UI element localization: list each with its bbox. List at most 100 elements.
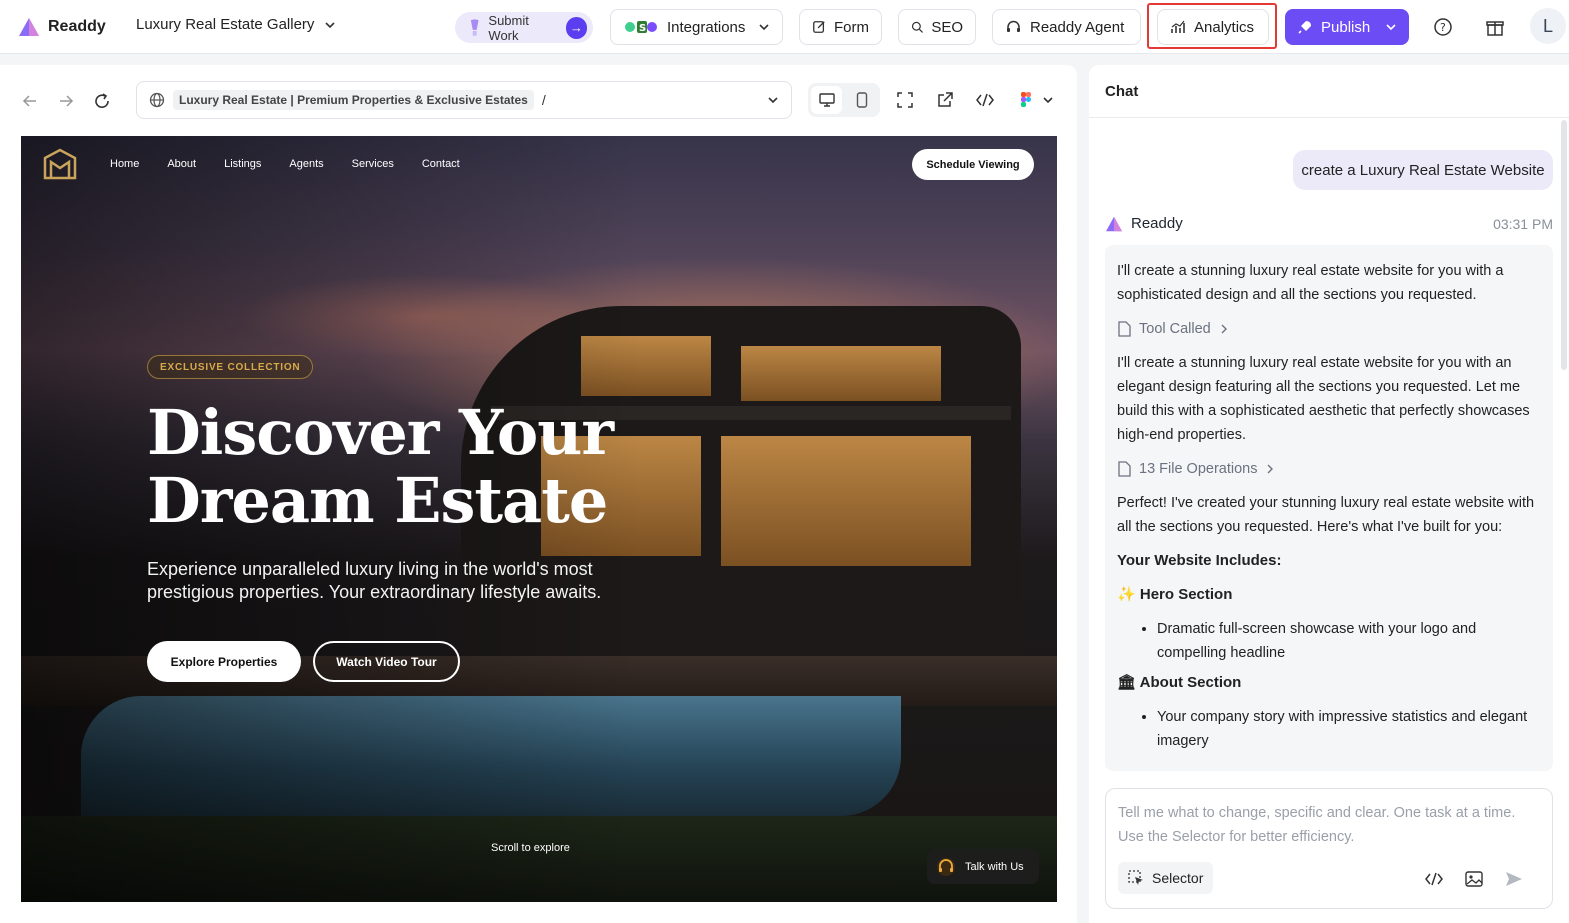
chat-divider bbox=[1089, 117, 1569, 118]
search-icon bbox=[911, 21, 923, 33]
chat-title: Chat bbox=[1105, 83, 1139, 100]
hero-section-title: Hero Section bbox=[1139, 586, 1233, 603]
preview-panel: Luxury Real Estate | Premium Properties … bbox=[0, 65, 1077, 923]
readdy-agent-button[interactable]: Readdy Agent bbox=[992, 9, 1141, 45]
talk-with-us-label: Talk with Us bbox=[965, 860, 1024, 873]
app-name: Readdy bbox=[48, 18, 106, 35]
analytics-button[interactable]: Analytics bbox=[1157, 9, 1269, 45]
form-button[interactable]: Form bbox=[799, 9, 882, 45]
watch-video-tour-button[interactable]: Watch Video Tour bbox=[313, 641, 460, 682]
gift-icon[interactable] bbox=[1483, 15, 1507, 39]
image-upload-icon[interactable] bbox=[1464, 869, 1484, 889]
send-icon[interactable] bbox=[1504, 869, 1524, 889]
chevron-right-icon bbox=[1267, 464, 1274, 474]
tool-called-toggle[interactable]: Tool Called bbox=[1117, 317, 1541, 341]
site-nav-about[interactable]: About bbox=[167, 158, 196, 170]
chat-panel: Chat create a Luxury Real Estate Website… bbox=[1089, 65, 1569, 923]
list-item: Dramatic full-screen showcase with your … bbox=[1157, 617, 1541, 665]
selector-label: Selector bbox=[1152, 870, 1204, 886]
svg-text:?: ? bbox=[1440, 21, 1446, 34]
chevron-down-icon[interactable] bbox=[1385, 21, 1397, 33]
url-bar[interactable]: Luxury Real Estate | Premium Properties … bbox=[136, 81, 792, 119]
chat-composer[interactable]: Tell me what to change, specific and cle… bbox=[1105, 788, 1553, 909]
bot-message-header: Readdy 03:31 PM bbox=[1105, 215, 1553, 232]
schedule-viewing-button[interactable]: Schedule Viewing bbox=[912, 149, 1034, 180]
exclusive-collection-badge: EXCLUSIVE COLLECTION bbox=[147, 355, 314, 379]
figma-export-icon[interactable] bbox=[1017, 90, 1057, 110]
readdy-logo-icon bbox=[19, 18, 39, 36]
user-avatar[interactable]: L bbox=[1530, 8, 1566, 44]
open-external-icon[interactable] bbox=[935, 90, 955, 110]
analytics-chart-icon bbox=[1171, 20, 1185, 33]
form-label: Form bbox=[834, 18, 869, 36]
project-switcher[interactable]: Luxury Real Estate Gallery bbox=[136, 16, 336, 33]
hero-subheadline: Experience unparalleled luxury living in… bbox=[147, 559, 602, 602]
chat-input-placeholder[interactable]: Tell me what to change, specific and cle… bbox=[1118, 801, 1538, 849]
seo-button[interactable]: SEO bbox=[898, 9, 976, 45]
file-icon bbox=[1118, 461, 1131, 477]
headset-icon bbox=[1007, 20, 1020, 32]
site-nav-home[interactable]: Home bbox=[110, 158, 139, 170]
site-hero-preview: Home About Listings Agents Services Cont… bbox=[21, 136, 1057, 902]
refresh-icon[interactable] bbox=[92, 91, 112, 111]
about-section-list: Your company story with impressive stati… bbox=[1117, 705, 1541, 753]
hero-headline-line-1: Discover Your bbox=[147, 396, 614, 469]
bot-message: I'll create a stunning luxury real estat… bbox=[1105, 245, 1553, 771]
window-light bbox=[721, 436, 971, 566]
explore-properties-button[interactable]: Explore Properties bbox=[147, 641, 301, 682]
form-edit-icon bbox=[813, 21, 825, 33]
integrations-button[interactable]: S Integrations bbox=[610, 9, 783, 45]
arrow-right-icon: → bbox=[565, 16, 587, 39]
site-nav-listings[interactable]: Listings bbox=[224, 158, 261, 170]
talk-with-us-button[interactable]: Talk with Us bbox=[927, 849, 1039, 884]
site-nav-services[interactable]: Services bbox=[352, 158, 394, 170]
trophy-icon bbox=[470, 18, 479, 36]
device-toggle bbox=[808, 83, 880, 117]
selector-cursor-icon bbox=[1128, 870, 1143, 885]
message-timestamp: 03:31 PM bbox=[1493, 215, 1553, 232]
mobile-icon[interactable] bbox=[846, 86, 877, 114]
forward-arrow-icon[interactable] bbox=[56, 91, 76, 111]
file-operations-toggle[interactable]: 13 File Operations bbox=[1117, 457, 1541, 481]
help-icon[interactable]: ? bbox=[1431, 15, 1455, 39]
fullscreen-icon[interactable] bbox=[895, 90, 915, 110]
selector-button[interactable]: Selector bbox=[1118, 862, 1214, 894]
bot-paragraph: I'll create a stunning luxury real estat… bbox=[1117, 263, 1504, 303]
readdy-agent-label: Readdy Agent bbox=[1030, 18, 1125, 36]
chevron-right-icon bbox=[1221, 324, 1227, 334]
list-item: Your company story with impressive stati… bbox=[1157, 705, 1541, 753]
chat-scrollbar[interactable] bbox=[1561, 120, 1567, 370]
desktop-icon[interactable] bbox=[811, 86, 842, 114]
integrations-logos-icon: S bbox=[625, 21, 657, 34]
chevron-down-icon[interactable] bbox=[767, 94, 779, 106]
tool-called-label: Tool Called bbox=[1139, 321, 1211, 337]
svg-text:S: S bbox=[639, 23, 646, 34]
building-icon: 🏛 bbox=[1117, 674, 1137, 691]
about-section-heading: 🏛 About Section bbox=[1117, 671, 1541, 695]
browser-nav bbox=[20, 91, 112, 111]
hero-headline-line-2: Dream Estate bbox=[147, 464, 608, 537]
hero-headline: Discover Your Dream Estate bbox=[147, 399, 707, 535]
site-logo-icon[interactable] bbox=[41, 146, 79, 184]
page-title-chip: Luxury Real Estate | Premium Properties … bbox=[173, 90, 534, 110]
project-name: Luxury Real Estate Gallery bbox=[136, 16, 315, 33]
publish-button[interactable]: Publish bbox=[1285, 9, 1409, 45]
integrations-label: Integrations bbox=[667, 18, 746, 36]
bot-paragraph: I'll create a stunning luxury real estat… bbox=[1117, 355, 1530, 443]
hero-section-list: Dramatic full-screen showcase with your … bbox=[1117, 617, 1541, 665]
submit-work-button[interactable]: Submit Work → bbox=[455, 12, 593, 43]
site-nav-agents[interactable]: Agents bbox=[289, 158, 323, 170]
readdy-logo-icon bbox=[1106, 216, 1122, 231]
code-icon[interactable] bbox=[1424, 869, 1444, 889]
hero-section-heading: ✨ Hero Section bbox=[1117, 583, 1541, 607]
headset-icon bbox=[937, 857, 955, 876]
publish-label: Publish bbox=[1321, 18, 1371, 36]
analytics-label: Analytics bbox=[1194, 18, 1255, 36]
scroll-hint: Scroll to explore bbox=[491, 842, 570, 854]
globe-icon bbox=[149, 92, 165, 108]
site-nav-contact[interactable]: Contact bbox=[422, 158, 460, 170]
code-icon[interactable] bbox=[975, 90, 995, 110]
bot-name: Readdy bbox=[1131, 215, 1183, 232]
back-arrow-icon[interactable] bbox=[20, 91, 40, 111]
app-logo[interactable]: Readdy bbox=[18, 14, 106, 40]
